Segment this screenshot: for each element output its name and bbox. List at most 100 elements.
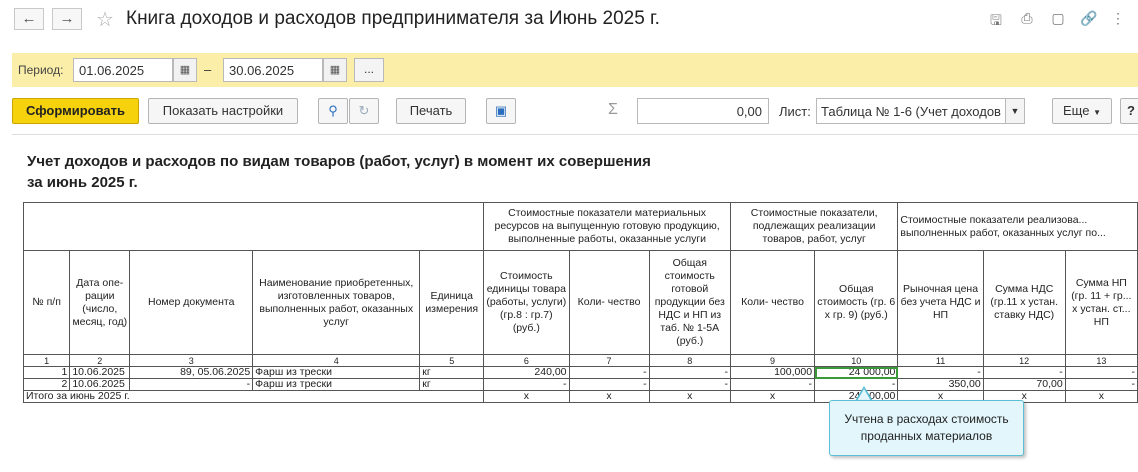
favorite-star-icon[interactable]: ☆	[96, 7, 114, 32]
column-header: Единица измерения	[419, 250, 485, 355]
table-cell[interactable]: -	[1064, 378, 1138, 391]
table-cell[interactable]: -	[648, 378, 731, 391]
more-label: Еще	[1063, 103, 1090, 118]
search-next-icon: ↻	[358, 103, 370, 118]
table-cell[interactable]: х	[1064, 390, 1138, 403]
column-number: 13	[1064, 354, 1138, 367]
sigma-icon: Σ	[608, 101, 618, 118]
search-button[interactable]: ⚲	[318, 98, 348, 124]
header-empty	[22, 202, 485, 251]
column-header: Стоимость единицы товара (работы, услуги…	[483, 250, 570, 355]
highlighted-cell[interactable]: 24 000,00	[814, 366, 899, 379]
table-cell[interactable]: 10.06.2025	[69, 378, 131, 391]
table-cell[interactable]: 70,00	[982, 378, 1066, 391]
generate-button[interactable]: Сформировать	[12, 98, 139, 124]
table-cell[interactable]: -	[897, 366, 984, 379]
group-header: Стоимостные показатели, подлежащих реали…	[729, 202, 899, 251]
preview-icon[interactable]: ▢	[1048, 10, 1068, 27]
help-button[interactable]: ?	[1120, 98, 1138, 124]
show-settings-button[interactable]: Показать настройки	[148, 98, 298, 124]
sum-field: 0,00	[637, 98, 769, 124]
table-row[interactable]: 2 10.06.2025 - Фарш из трески кг - - - -…	[22, 378, 1138, 391]
total-label[interactable]: Итого за июнь 2025 г.	[22, 390, 485, 403]
table-cell[interactable]: -	[729, 378, 816, 391]
sheet-label: Лист:	[779, 104, 811, 119]
column-header: Дата опе- рации (число, месяц, год)	[69, 250, 131, 355]
column-number: 8	[648, 354, 731, 367]
column-number: 10	[814, 354, 899, 367]
period-from-input[interactable]: 01.06.2025	[73, 58, 173, 82]
search-next-button[interactable]: ↻	[349, 98, 379, 124]
calendar-from-button[interactable]: ▦	[173, 58, 197, 82]
callout-text: Учтена в расходах стоимость	[844, 412, 1009, 426]
table-cell[interactable]: -	[1064, 366, 1138, 379]
search-icon: ⚲	[328, 103, 338, 118]
table-cell[interactable]: 89, 05.06.2025	[129, 366, 254, 379]
table-cell[interactable]: -	[568, 366, 650, 379]
column-header: Номер документа	[129, 250, 254, 355]
more-icon[interactable]: ⋮	[1108, 10, 1128, 27]
column-header: Рыночная цена без учета НДС и НП	[897, 250, 984, 355]
period-label: Период:	[18, 63, 64, 77]
column-number: 6	[483, 354, 570, 367]
forward-button[interactable]: →	[52, 8, 82, 30]
save-icon[interactable]: 🖫	[986, 10, 1006, 34]
calendar-icon: ▦	[179, 64, 191, 76]
table-cell[interactable]: х	[729, 390, 816, 403]
report-title: Учет доходов и расходов по видам товаров…	[27, 151, 651, 193]
floppy-icon: ▣	[494, 103, 508, 118]
column-number: 12	[982, 354, 1066, 367]
callout-text: проданных материалов	[860, 429, 993, 443]
column-number-row: 1 2 3 4 5 6 7 8 9 10 11 12 13	[22, 354, 1138, 367]
arrow-right-icon: →	[59, 10, 75, 27]
column-number: 4	[252, 354, 421, 367]
annotation-callout: Учтена в расходах стоимость проданных ма…	[829, 400, 1024, 456]
link-icon[interactable]: 🔗	[1079, 10, 1099, 27]
column-number: 11	[897, 354, 984, 367]
table-cell[interactable]: 10.06.2025	[69, 366, 131, 379]
table-cell[interactable]: 100,000	[729, 366, 816, 379]
table-cell[interactable]: 350,00	[897, 378, 984, 391]
calendar-to-button[interactable]: ▦	[323, 58, 347, 82]
column-header: № п/п	[22, 250, 71, 355]
back-button[interactable]: ←	[14, 8, 44, 30]
table-cell[interactable]: 2	[22, 378, 71, 391]
print-icon[interactable]: ⎙	[1017, 10, 1037, 27]
sheet-select[interactable]: Таблица № 1-6 (Учет доходов и	[816, 98, 1006, 124]
column-number: 2	[69, 354, 131, 367]
save-button[interactable]: ▣	[486, 98, 516, 124]
table-cell[interactable]: 240,00	[483, 366, 570, 379]
table-row[interactable]: 1 10.06.2025 89, 05.06.2025 Фарш из трес…	[22, 366, 1138, 379]
column-header: Наименование приобретенных, изготовленны…	[252, 250, 421, 355]
table-cell[interactable]: Фарш из трески	[252, 366, 421, 379]
calendar-icon: ▦	[329, 64, 341, 76]
arrow-left-icon: ←	[21, 10, 37, 27]
column-header: Коли- чество	[568, 250, 650, 355]
period-separator: –	[204, 62, 212, 77]
table-cell[interactable]: 1	[22, 366, 71, 379]
table-cell[interactable]: -	[648, 366, 731, 379]
period-select-button[interactable]: ...	[354, 58, 384, 82]
report-table: Стоимостные показатели материальных ресу…	[22, 202, 1138, 403]
column-number: 5	[419, 354, 485, 367]
table-cell[interactable]: -	[129, 378, 254, 391]
table-cell[interactable]: кг	[419, 378, 485, 391]
group-header: Стоимостные показатели реализова... выпо…	[897, 202, 1138, 251]
table-cell[interactable]: кг	[419, 366, 485, 379]
column-header: Общая стоимость (гр. 6 х гр. 9) (руб.)	[814, 250, 899, 355]
chevron-down-icon[interactable]: ▼	[1005, 98, 1025, 124]
column-header: Сумма НДС (гр.11 х устан. ставку НДС)	[982, 250, 1066, 355]
table-cell[interactable]: -	[568, 378, 650, 391]
table-cell[interactable]: х	[568, 390, 650, 403]
table-cell[interactable]: х	[648, 390, 731, 403]
column-number: 9	[729, 354, 816, 367]
period-to-input[interactable]: 30.06.2025	[223, 58, 323, 82]
column-number: 3	[129, 354, 254, 367]
table-cell[interactable]: -	[982, 366, 1066, 379]
table-cell[interactable]: Фарш из трески	[252, 378, 421, 391]
print-button[interactable]: Печать	[396, 98, 466, 124]
table-cell[interactable]: -	[483, 378, 570, 391]
column-number: 1	[22, 354, 71, 367]
table-cell[interactable]: х	[483, 390, 570, 403]
more-button[interactable]: Еще ▼	[1052, 98, 1112, 124]
